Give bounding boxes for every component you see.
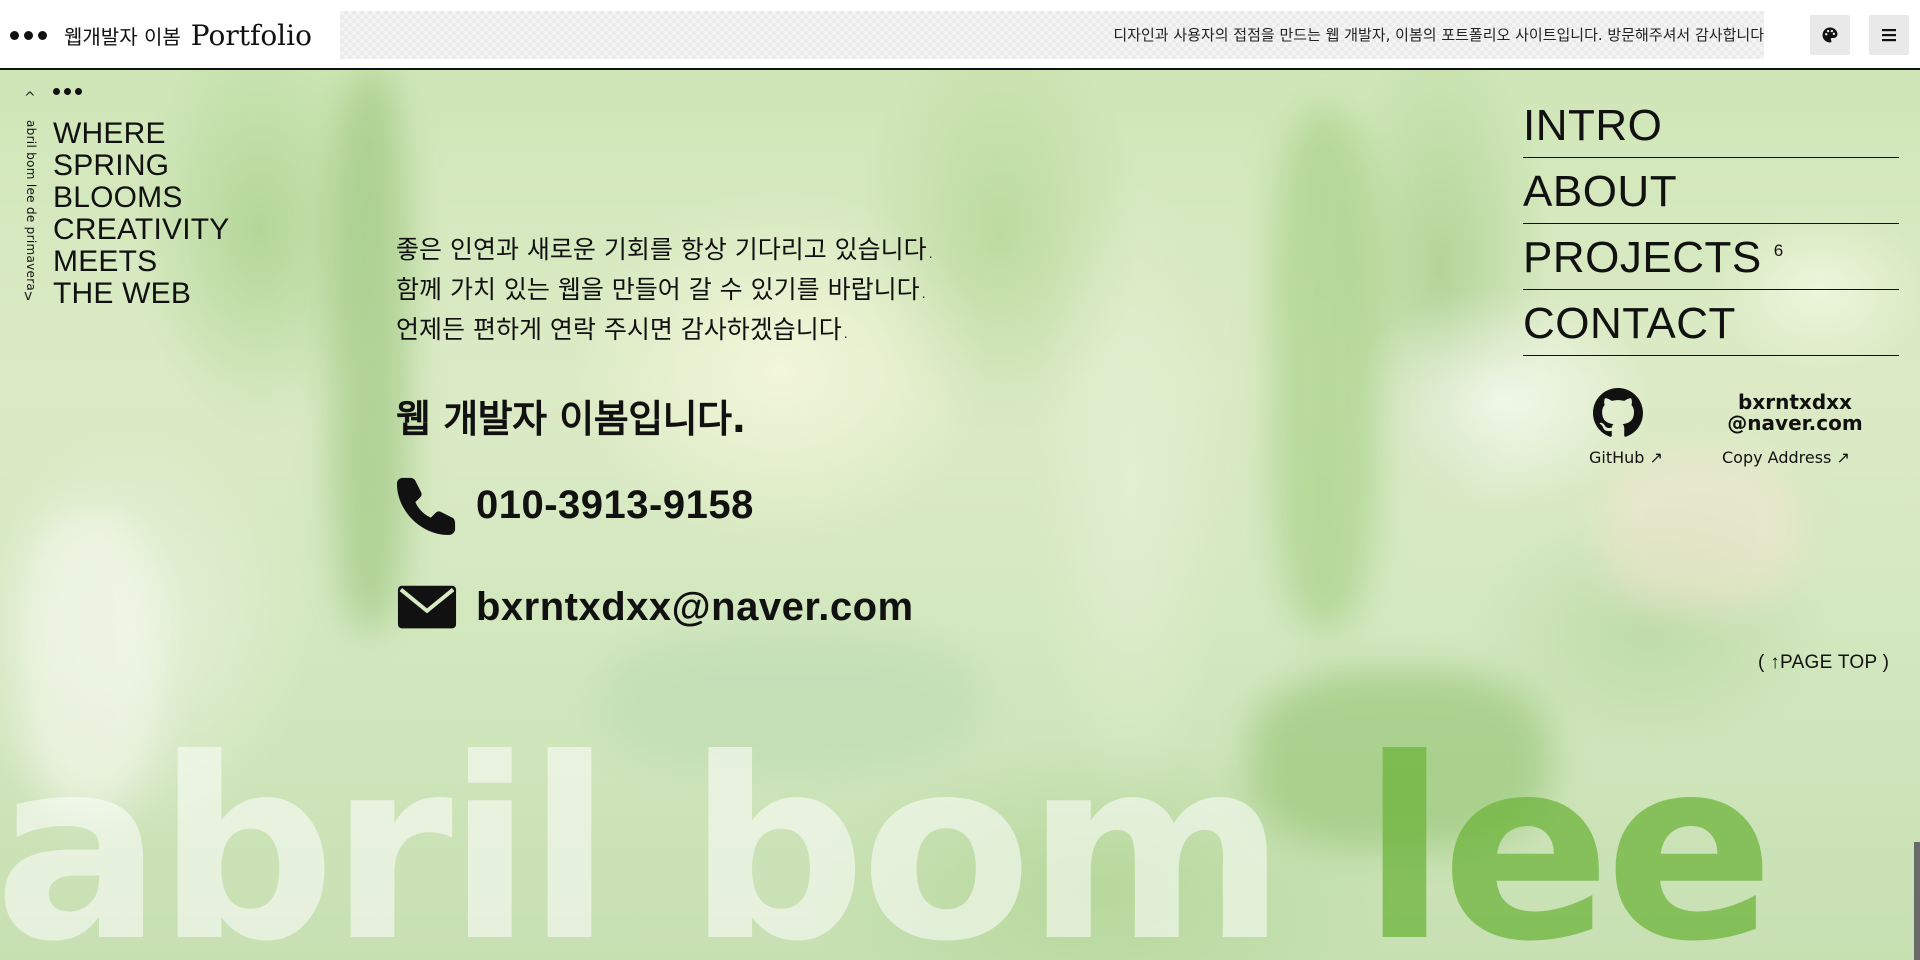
- brand-wordmark: abril bom lee: [0, 726, 1920, 960]
- slogan-line: WHERE: [53, 117, 166, 150]
- slogan-line: CREATIVITY: [53, 213, 230, 246]
- github-icon[interactable]: [1593, 388, 1643, 438]
- palette-icon: [1822, 27, 1838, 43]
- vertical-signature: abril bom lee de primavera: [24, 120, 38, 292]
- nav-contact[interactable]: CONTACT: [1523, 290, 1899, 356]
- marquee-strip: 디자인과 사용자의 접점을 만드는 웹 개발자, 이봄의 포트폴리오 사이트입니…: [340, 11, 1764, 59]
- slogan-line: SPRING: [53, 149, 170, 182]
- message-line: 언제든 편하게 연락 주시면 감사하겠습니다.: [396, 315, 850, 344]
- slogan-line: MEETS: [53, 245, 158, 278]
- nav-label: CONTACT: [1523, 299, 1736, 348]
- scroll-up-icon[interactable]: ^: [24, 90, 36, 106]
- menu-button[interactable]: [1869, 15, 1909, 55]
- slogan-line: THE WEB: [53, 277, 192, 310]
- wordmark-part: abril bom: [0, 705, 1362, 960]
- marquee-text: 디자인과 사용자의 접점을 만드는 웹 개발자, 이봄의 포트폴리오 사이트입니…: [1113, 26, 1764, 44]
- page-top-button[interactable]: ( ↑PAGE TOP ): [1758, 652, 1889, 674]
- scroll-down-icon[interactable]: v: [24, 288, 32, 304]
- theme-button[interactable]: [1810, 15, 1850, 55]
- hamburger-menu-icon: [1882, 29, 1896, 42]
- slogan-line: BLOOMS: [53, 181, 183, 214]
- nav-label: ABOUT: [1523, 167, 1678, 216]
- site-title-en: Portfolio: [190, 18, 312, 52]
- message-line: 좋은 인연과 새로운 기회를 항상 기다리고 있습니다.: [396, 235, 935, 264]
- copy-address-button[interactable]: Copy Address ↗: [1722, 448, 1850, 467]
- site-title[interactable]: 웹개발자 이봄 Portfolio: [64, 14, 312, 56]
- section-nav: INTRO ABOUT PROJECTS 6 CONTACT: [1523, 92, 1899, 356]
- phone-icon: [396, 477, 456, 536]
- envelope-icon: [397, 585, 457, 629]
- nav-label: PROJECTS: [1523, 233, 1762, 282]
- email-address: bxrntxdxx@naver.com: [476, 584, 914, 629]
- wordmark-part: lee: [1361, 705, 1775, 960]
- project-count-badge: 6: [1773, 241, 1784, 260]
- background-painting: [330, 70, 410, 630]
- scrollbar-thumb[interactable]: [1914, 842, 1920, 960]
- email-line: @naver.com: [1727, 411, 1863, 435]
- contact-section: ^ abril bom lee de primavera v WHERE SPR…: [0, 70, 1920, 960]
- github-link[interactable]: GitHub ↗: [1589, 448, 1663, 467]
- site-title-ko: 웹개발자 이봄: [64, 24, 181, 49]
- background-painting: [1270, 110, 1380, 630]
- email-display: bxrntxdxx @naver.com: [1715, 392, 1875, 434]
- nav-label: INTRO: [1523, 101, 1663, 150]
- top-header: 웹개발자 이봄 Portfolio 디자인과 사용자의 접점을 만드는 웹 개발…: [0, 0, 1920, 70]
- nav-about[interactable]: ABOUT: [1523, 158, 1899, 224]
- more-dots-icon[interactable]: [53, 88, 82, 95]
- more-dots-icon[interactable]: [10, 24, 48, 46]
- external-links: GitHub ↗ bxrntxdxx @naver.com Copy Addre…: [1565, 388, 1885, 488]
- message-line: 함께 가치 있는 웹을 만들어 갈 수 있기를 바랍니다.: [396, 275, 928, 304]
- nav-intro[interactable]: INTRO: [1523, 92, 1899, 158]
- phone-number: 010-3913-9158: [476, 482, 754, 527]
- contact-message: 좋은 인연과 새로운 기회를 항상 기다리고 있습니다. 함께 가치 있는 웹을…: [396, 230, 996, 350]
- phone-link[interactable]: 010-3913-9158: [396, 474, 754, 536]
- nav-projects[interactable]: PROJECTS 6: [1523, 224, 1899, 290]
- email-line: bxrntxdxx: [1738, 390, 1852, 414]
- slogan: WHERE SPRING BLOOMS CREATIVITY MEETS THE…: [53, 118, 273, 310]
- email-link[interactable]: bxrntxdxx@naver.com: [396, 576, 914, 638]
- contact-heading: 웹 개발자 이봄입니다.: [396, 397, 746, 441]
